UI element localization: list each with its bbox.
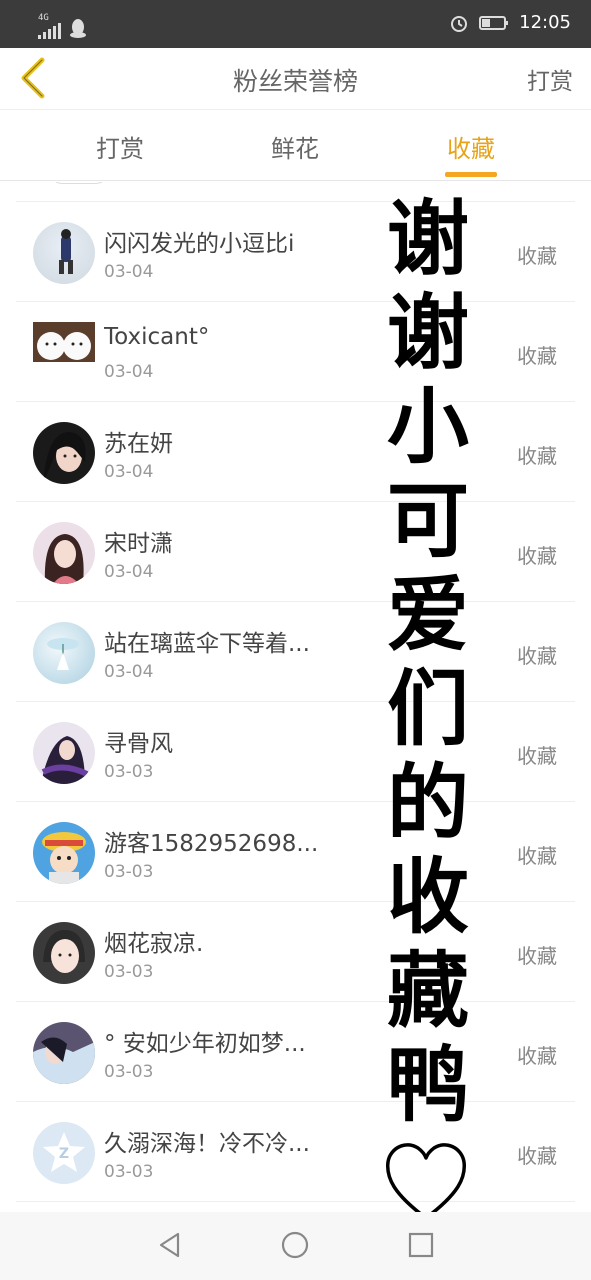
list-item[interactable]: 寻骨风 03-03 收藏 xyxy=(16,702,575,802)
home-circle-icon[interactable] xyxy=(280,1230,310,1260)
nav-bar: 粉丝荣誉榜 打赏 xyxy=(0,48,591,110)
avatar xyxy=(33,822,95,884)
user-name: 游客1582952698... xyxy=(104,831,319,857)
avatar xyxy=(33,422,95,484)
list-item[interactable]: 游客1582952698... 03-03 收藏 xyxy=(16,802,575,902)
list-item[interactable]: ° 安如少年初如梦... 03-03 收藏 xyxy=(16,1002,575,1102)
user-name: Toxicant° xyxy=(104,324,210,350)
tab-favorites[interactable]: 收藏 xyxy=(431,129,511,164)
action-label: 收藏 xyxy=(517,544,557,568)
action-label: 收藏 xyxy=(517,344,557,368)
date-label: 03-04 xyxy=(104,362,154,382)
action-label: 收藏 xyxy=(517,444,557,468)
date-label: 03-04 xyxy=(104,462,154,482)
action-label: 收藏 xyxy=(517,244,557,268)
action-label: 收藏 xyxy=(517,744,557,768)
user-name: 站在璃蓝伞下等着... xyxy=(104,631,310,657)
user-name: 苏在妍 xyxy=(104,431,173,457)
date-label: 03-03 xyxy=(104,862,154,882)
list-item[interactable]: 站在璃蓝伞下等着... 03-04 收藏 xyxy=(16,602,575,702)
date-label: 03-04 xyxy=(104,262,154,282)
date-label: 03-04 xyxy=(104,662,154,682)
reward-link[interactable]: 打赏 xyxy=(527,62,573,96)
user-name: 烟花寂凉. xyxy=(104,931,204,957)
tab-flowers[interactable]: 鲜花 xyxy=(255,129,335,164)
list-item[interactable]: 苏在妍 03-04 收藏 xyxy=(16,402,575,502)
user-name: 闪闪发光的小逗比i xyxy=(104,231,295,257)
avatar xyxy=(33,522,95,584)
user-name: 宋时潇 xyxy=(104,531,173,557)
active-tab-indicator xyxy=(445,172,497,177)
action-label: 收藏 xyxy=(517,644,557,668)
battery-icon xyxy=(479,15,509,30)
date-label: 03-03 xyxy=(104,962,154,982)
status-bar: 4G 12:05 xyxy=(0,0,591,48)
avatar xyxy=(33,622,95,684)
date-label: 03-03 xyxy=(104,1162,154,1182)
list-item[interactable]: Z 久溺深海！冷不冷... 03-03 收藏 xyxy=(16,1102,575,1202)
system-nav-bar xyxy=(0,1212,591,1280)
back-triangle-icon[interactable] xyxy=(155,1230,185,1260)
avatar xyxy=(33,322,95,362)
avatar xyxy=(33,722,95,784)
tab-bar: 打赏 鲜花 收藏 xyxy=(0,111,591,181)
user-name: 寻骨风 xyxy=(104,731,173,757)
list-item-partial xyxy=(16,182,575,202)
avatar: Z xyxy=(33,1122,95,1184)
user-name: 久溺深海！冷不冷... xyxy=(104,1131,310,1157)
signal-icon: 4G xyxy=(38,13,61,42)
tab-reward[interactable]: 打赏 xyxy=(80,129,160,164)
recents-square-icon[interactable] xyxy=(406,1230,436,1260)
date-label: 03-04 xyxy=(104,562,154,582)
avatar xyxy=(33,222,95,284)
clock: 12:05 xyxy=(519,12,571,33)
list-item[interactable]: Toxicant° 03-04 收藏 xyxy=(16,302,575,402)
list-item[interactable]: 闪闪发光的小逗比i 03-04 收藏 xyxy=(16,202,575,302)
action-label: 收藏 xyxy=(517,1044,557,1068)
network-label: 4G xyxy=(38,13,49,23)
avatar xyxy=(33,922,95,984)
default-avatar-icon: Z xyxy=(43,1132,85,1172)
action-label: 收藏 xyxy=(517,1144,557,1168)
svg-text:Z: Z xyxy=(59,1146,69,1162)
qq-icon xyxy=(70,18,86,38)
alarm-icon xyxy=(451,15,468,32)
date-label: 03-03 xyxy=(104,762,154,782)
date-label: 03-03 xyxy=(104,1062,154,1082)
avatar xyxy=(33,1022,95,1084)
page-title: 粉丝荣誉榜 xyxy=(232,67,358,96)
list-item[interactable]: 宋时潇 03-04 收藏 xyxy=(16,502,575,602)
fan-list: 闪闪发光的小逗比i 03-04 收藏 Toxicant° 03-04 收藏 苏在… xyxy=(0,182,591,1210)
action-label: 收藏 xyxy=(517,944,557,968)
user-name: ° 安如少年初如梦... xyxy=(104,1031,306,1057)
list-item[interactable]: 烟花寂凉. 03-03 收藏 xyxy=(16,902,575,1002)
action-label: 收藏 xyxy=(517,844,557,868)
